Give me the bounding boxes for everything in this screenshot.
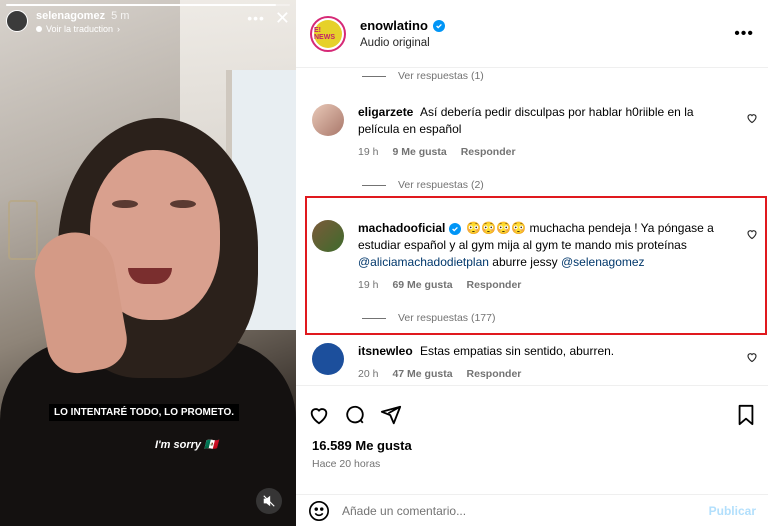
mute-button[interactable] [256, 488, 282, 514]
like-heart-icon[interactable] [308, 404, 330, 426]
comment-actions: 20 h 47 Me gusta Responder [358, 368, 738, 380]
story-header: selenagomez 5 m Voir la traduction › •••… [6, 9, 290, 34]
post-date: Hace 20 horas [312, 458, 381, 470]
comment-text: itsnewleo Estas empatias sin sentido, ab… [358, 343, 738, 360]
story-caption-secondary: I'm sorry 🇲🇽 [155, 439, 218, 451]
comment-time: 19 h [358, 279, 379, 291]
comment-likes[interactable]: 47 Me gusta [392, 368, 452, 380]
story-progress-bar [6, 4, 290, 6]
heart-icon[interactable] [746, 228, 758, 240]
comment-likes[interactable]: 69 Me gusta [392, 279, 452, 291]
story-time: 5 m [111, 10, 130, 22]
audio-label[interactable]: Audio original [360, 37, 445, 49]
heart-icon[interactable] [746, 351, 758, 363]
view-replies-link[interactable]: Ver respuestas (2) [296, 178, 768, 192]
view-replies-link[interactable]: Ver respuestas (177) [296, 311, 768, 325]
mention-link[interactable]: @aliciamachadodietplan [358, 255, 489, 269]
more-options-icon[interactable]: ••• [247, 10, 265, 26]
comment-input[interactable]: Añade un comentario... [342, 504, 697, 518]
add-comment-bar: Añade un comentario... Publicar [296, 494, 768, 526]
comment-text: eligarzete Así debería pedir disculpas p… [358, 104, 738, 138]
comment-item: eligarzete Así debería pedir disculpas p… [296, 104, 768, 158]
post-panel: E! NEWS enowlatino Audio original ••• Ve… [296, 0, 768, 526]
comment-time: 19 h [358, 146, 379, 158]
comment-body-mid: aburre jessy [492, 255, 558, 269]
comment-bubble-icon[interactable] [344, 404, 366, 426]
comment-avatar[interactable] [312, 104, 344, 136]
reply-button[interactable]: Responder [461, 146, 516, 158]
view-replies-link[interactable]: Ver respuestas (1) [296, 69, 768, 83]
comment-time: 20 h [358, 368, 379, 380]
replies-line [362, 75, 386, 77]
action-bar [296, 386, 768, 432]
verified-badge-icon [449, 223, 462, 235]
story-viewer: selenagomez 5 m Voir la traduction › •••… [0, 0, 296, 526]
story-username[interactable]: selenagomez [36, 10, 105, 22]
comment-actions: 19 h 9 Me gusta Responder [358, 146, 738, 158]
screenshot-root: selenagomez 5 m Voir la traduction › •••… [0, 0, 768, 526]
translate-link[interactable]: Voir la traduction › [36, 24, 129, 34]
story-progress-fill [6, 4, 276, 6]
bookmark-icon[interactable] [736, 404, 756, 426]
translate-dot-icon [36, 26, 42, 32]
comment-item: itsnewleo Estas empatias sin sentido, ab… [296, 343, 768, 380]
comment-username[interactable]: machadooficial [358, 221, 445, 235]
account-name[interactable]: enowlatino [360, 18, 428, 33]
view-replies-label: Ver respuestas (2) [398, 179, 484, 191]
view-replies-label: Ver respuestas (1) [398, 70, 484, 82]
story-caption-main: LO INTENTARÉ TODO, LO PROMETO. [49, 404, 240, 421]
comment-body: Estas empatias sin sentido, aburren. [420, 344, 615, 358]
verified-badge-icon [432, 19, 445, 32]
comment-username[interactable]: itsnewleo [358, 344, 413, 358]
share-send-icon[interactable] [380, 404, 402, 426]
comment-item-highlighted: machadooficial 😳😳😳😳 muchacha pendeja ! Ya… [296, 220, 768, 291]
post-more-icon[interactable]: ••• [734, 25, 754, 43]
likes-count[interactable]: 16.589 Me gusta [296, 438, 768, 453]
speaker-muted-icon [263, 495, 275, 507]
mention-link[interactable]: @selenagomez [561, 255, 645, 269]
comment-username[interactable]: eligarzete [358, 105, 413, 119]
chevron-right-icon: › [117, 24, 121, 34]
translate-label: Voir la traduction [46, 24, 114, 34]
reply-button[interactable]: Responder [467, 368, 522, 380]
person-eye-left [112, 200, 138, 208]
comment-avatar[interactable] [312, 343, 344, 375]
background-lamp [8, 200, 38, 260]
reply-button[interactable]: Responder [467, 279, 522, 291]
account-avatar[interactable]: E! NEWS [310, 15, 346, 52]
story-meta: selenagomez 5 m Voir la traduction › [36, 10, 129, 34]
comments-list: Ver respuestas (1) eligarzete Así deberí… [296, 68, 768, 385]
emoji-icon[interactable] [308, 500, 330, 522]
view-replies-label: Ver respuestas (177) [398, 312, 496, 324]
replies-line [362, 317, 386, 319]
comment-text: machadooficial 😳😳😳😳 muchacha pendeja ! Ya… [358, 220, 738, 271]
comment-actions: 19 h 69 Me gusta Responder [358, 279, 738, 291]
close-icon[interactable]: ✕ [275, 9, 290, 27]
publish-button[interactable]: Publicar [709, 504, 756, 518]
comment-likes[interactable]: 9 Me gusta [392, 146, 446, 158]
replies-line [362, 184, 386, 186]
heart-icon[interactable] [746, 112, 758, 124]
person-eye-right [170, 200, 196, 208]
comment-avatar[interactable] [312, 220, 344, 252]
post-header: E! NEWS enowlatino Audio original ••• [296, 0, 768, 68]
story-avatar[interactable] [6, 10, 28, 32]
post-footer: 16.589 Me gusta Hace 20 horas Añade un c… [296, 385, 768, 521]
brand-logo: E! NEWS [314, 19, 342, 48]
